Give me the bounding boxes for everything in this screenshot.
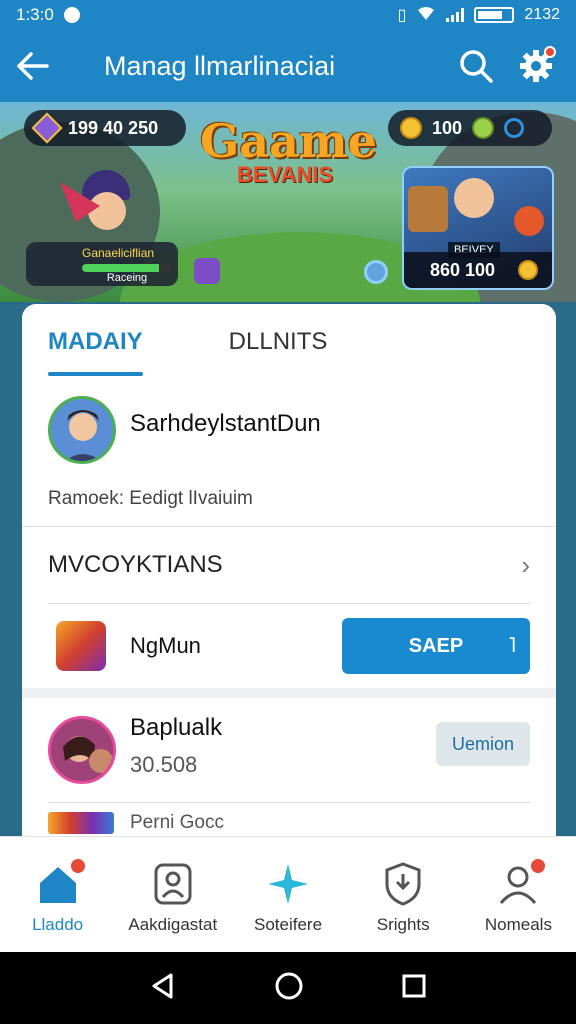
- section-title: MVCOYKTIANS: [48, 551, 223, 578]
- nav-item-star[interactable]: Soteifere: [230, 837, 345, 952]
- coin-icon: [400, 117, 422, 139]
- game-thumbnail: [56, 621, 106, 671]
- nav-item-shield[interactable]: Srights: [346, 837, 461, 952]
- triangle-back-icon: [152, 973, 173, 998]
- nav-label: Srights: [376, 915, 430, 934]
- card-character: [454, 178, 494, 218]
- tab-bar: MADAIY DLLNITS: [22, 304, 556, 380]
- coin-icon: [472, 117, 495, 139]
- tab-dllnits[interactable]: DLLNITS: [229, 304, 328, 380]
- game-logo: Gaame BEVANIS: [200, 114, 377, 230]
- hero-label: Raceing: [106, 272, 148, 284]
- search-button[interactable]: [446, 30, 506, 102]
- back-nav-button[interactable]: [149, 972, 177, 1005]
- nav-item-home[interactable]: Lladdo: [0, 837, 115, 952]
- card-shield: [514, 206, 544, 236]
- bottom-nav: Lladdo Aakdigastat Soteifere Srights Nom…: [0, 836, 576, 952]
- settings-badge: [544, 46, 556, 58]
- notification-icon: [63, 7, 80, 23]
- shield-badge-icon: [504, 118, 525, 138]
- avatar[interactable]: [48, 716, 116, 784]
- vibrate-icon: ▯: [397, 7, 407, 24]
- update-button[interactable]: Uemion: [436, 722, 530, 766]
- tab-madaiy[interactable]: MADAIY: [48, 304, 143, 380]
- nav-item-user[interactable]: Nomeals: [461, 837, 576, 952]
- nav-label: Aakdigastat: [128, 915, 218, 934]
- status-time: 1:3:0: [16, 5, 54, 24]
- corner-arrow-icon: ˥: [508, 634, 516, 657]
- system-nav-bar: [0, 952, 576, 1024]
- status-right-text: 2132: [524, 6, 560, 23]
- currency-pill-left[interactable]: 199 40 250: [24, 110, 186, 146]
- page-title: Manag llmarlinaciai: [104, 50, 336, 81]
- list-item[interactable]: Perni Gocc: [22, 803, 556, 836]
- purple-gem-icon: [194, 258, 220, 284]
- section-header[interactable]: MVCOYKTIANS ›: [22, 527, 556, 603]
- game-logo-title: Gaame: [200, 114, 377, 168]
- friend-number: 30.508: [130, 752, 198, 777]
- chevron-right-icon: ›: [521, 549, 530, 580]
- user-icon: [495, 857, 548, 907]
- divider: [22, 688, 556, 698]
- card-score: 860 100: [404, 252, 552, 288]
- game-thumbnails-strip: [48, 812, 114, 834]
- profile-name: SarhdeylstantDun: [130, 410, 321, 437]
- signal-icon: [446, 8, 465, 22]
- notification-badge: [68, 857, 87, 875]
- card-creature: [408, 186, 448, 232]
- save-button[interactable]: SAEP ˥: [342, 618, 530, 674]
- hero-character: [60, 162, 150, 252]
- mini-row-label: Perni Gocc: [130, 812, 224, 833]
- currency-left-value: 199 40 250: [68, 117, 159, 138]
- square-recents-icon: [402, 974, 426, 997]
- nav-label: Soteifere: [253, 915, 323, 934]
- hero-progress-bar: [82, 264, 172, 272]
- character-card[interactable]: BEIVEY 860 100: [402, 166, 554, 290]
- game-name: NgMun: [130, 633, 201, 658]
- star-burst-icon: [265, 861, 311, 907]
- coin-icon: [518, 260, 538, 280]
- currency-pill-right[interactable]: 100: [388, 110, 552, 146]
- nav-item-profile-card[interactable]: Aakdigastat: [115, 837, 230, 952]
- shield-icon: [380, 861, 426, 907]
- battery-icon: [474, 7, 515, 23]
- home-nav-button[interactable]: [274, 971, 304, 1006]
- list-item[interactable]: NgMun SAEP ˥: [22, 604, 556, 688]
- settings-button[interactable]: [506, 30, 566, 102]
- home-icon: [35, 857, 87, 907]
- game-banner[interactable]: 199 40 250 100 Gaame BEVANIS Ganaelicifl…: [0, 102, 576, 302]
- search-icon: [460, 50, 493, 83]
- nav-label: Nomeals: [484, 915, 552, 934]
- profile-section[interactable]: SarhdeylstantDun Ramoek: Eedigt lIvaiuim: [22, 380, 556, 526]
- avatar[interactable]: [48, 396, 116, 464]
- list-item[interactable]: Baplualk 30.508 Uemion: [22, 698, 556, 802]
- main-card: MADAIY DLLNITS SarhdeylstantDun Ramoek: …: [22, 304, 556, 836]
- arrow-left-icon: [17, 52, 49, 80]
- wifi-icon: [416, 5, 436, 26]
- save-button-label: SAEP: [408, 634, 464, 657]
- recents-nav-button[interactable]: [401, 973, 427, 1004]
- currency-right-value: 100: [432, 117, 463, 138]
- card-score-value: 860 100: [430, 259, 496, 280]
- status-bar: 1:3:0 ▯ 2132: [0, 0, 576, 30]
- gem-icon: [31, 112, 63, 144]
- app-bar: Manag llmarlinaciai: [0, 30, 576, 102]
- hero-caption: Ganaeliciflian: [82, 246, 155, 260]
- profile-card-icon: [150, 861, 196, 907]
- friend-name: Baplualk: [130, 714, 223, 741]
- notification-badge: [529, 857, 548, 875]
- blue-shield-icon: [364, 260, 388, 284]
- hero-status: Ganaeliciflian Raceing: [26, 242, 178, 286]
- nav-label: Lladdo: [32, 915, 84, 934]
- back-button[interactable]: [0, 30, 64, 102]
- circle-home-icon: [275, 972, 303, 999]
- profile-subtitle: Ramoek: Eedigt lIvaiuim: [48, 488, 253, 509]
